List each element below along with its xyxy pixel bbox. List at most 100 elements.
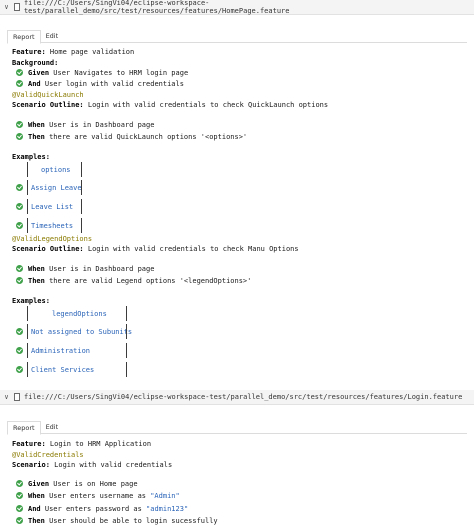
passed-check-icon: [16, 69, 23, 76]
file-header[interactable]: ∨ file:///C:/Users/SingVi04/eclipse-work…: [0, 0, 474, 15]
passed-check-icon: [16, 265, 23, 272]
file-path[interactable]: file:///C:/Users/SingVi04/eclipse-worksp…: [24, 0, 474, 15]
scenario-keyword: Scenario Outline:: [12, 244, 84, 253]
feature-line: Feature: Home page validation: [12, 46, 134, 57]
scenario-name: Login with valid credentials to check Qu…: [83, 100, 329, 109]
step-keyword: Then: [28, 516, 45, 525]
table-cell: Assign Leave: [31, 183, 82, 192]
table-cell: Leave List: [31, 202, 74, 211]
file-icon: [13, 2, 21, 12]
step-keyword: Given: [28, 479, 50, 488]
step-keyword: When: [28, 120, 45, 129]
step-text: there are valid QuickLaunch options '<op…: [44, 132, 248, 141]
step-keyword: When: [28, 491, 45, 500]
scenario-line: Scenario Outline: Login with valid crede…: [12, 99, 328, 110]
step-text: User Navigates to HRM login page: [49, 68, 189, 77]
step-row: When User is in Dashboard page: [16, 119, 154, 130]
table-header: legendOptions: [52, 309, 107, 318]
table-cell: Administration: [31, 346, 91, 355]
passed-check-icon: [16, 133, 23, 140]
step-text: User enters password as: [40, 504, 147, 513]
passed-check-icon: [16, 203, 23, 210]
table-border: [27, 162, 28, 177]
step-text: User login with valid credentials: [40, 79, 184, 88]
table-border: [27, 180, 28, 195]
scenario-name: Login with valid credentials: [49, 460, 173, 469]
step-keyword: Given: [28, 68, 50, 77]
step-text: User is in Dashboard page: [44, 120, 155, 129]
passed-check-icon: [16, 517, 23, 524]
table-border: [27, 324, 28, 339]
table-border: [81, 218, 82, 233]
step-keyword: And: [28, 79, 41, 88]
feature-file-homepage: ∨ file:///C:/Users/SingVi04/eclipse-work…: [0, 0, 474, 15]
scenario-line: Scenario Outline: Login with valid crede…: [12, 243, 299, 254]
feature-file-login: ∨ file:///C:/Users/SingVi04/eclipse-work…: [0, 390, 474, 405]
file-header[interactable]: ∨ file:///C:/Users/SingVi04/eclipse-work…: [0, 390, 474, 405]
scenario-line: Scenario: Login with valid credentials: [12, 459, 172, 470]
table-border: [81, 180, 82, 195]
table-border: [27, 199, 28, 214]
tab-report[interactable]: Report: [7, 421, 41, 435]
step-text: User is on Home page: [49, 479, 138, 488]
scenario-keyword: Scenario Outline:: [12, 100, 84, 109]
step-row: Then there are valid QuickLaunch options…: [16, 131, 247, 142]
passed-check-icon: [16, 121, 23, 128]
table-border: [27, 362, 28, 377]
step-argument: "Admin": [150, 491, 180, 500]
examples-keyword: Examples:: [12, 296, 50, 305]
background-keyword: Background:: [12, 58, 59, 67]
passed-check-icon: [16, 277, 23, 284]
tab-edit[interactable]: Edit: [41, 30, 64, 42]
passed-check-icon: [16, 366, 23, 373]
file-path[interactable]: file:///C:/Users/SingVi04/eclipse-worksp…: [24, 393, 462, 401]
feature-name: Login to HRM Application: [45, 439, 152, 448]
tag-label: @ValidCredentials: [12, 450, 84, 459]
tag-label: @ValidLegendOptions: [12, 234, 93, 243]
examples-keyword: Examples:: [12, 152, 50, 161]
tag-label: @ValidQuickLaunch: [12, 90, 84, 99]
feature-keyword: Feature:: [12, 439, 46, 448]
chevron-down-icon[interactable]: ∨: [3, 393, 10, 401]
passed-check-icon: [16, 328, 23, 335]
table-border: [126, 306, 127, 321]
scenario-name: Login with valid credentials to check Ma…: [83, 244, 299, 253]
table-border: [126, 362, 127, 377]
examples-line: Examples:: [12, 151, 50, 162]
table-border: [27, 218, 28, 233]
step-text: there are valid Legend options '<legendO…: [44, 276, 252, 285]
passed-check-icon: [16, 222, 23, 229]
passed-check-icon: [16, 480, 23, 487]
step-row: When User is in Dashboard page: [16, 263, 154, 274]
table-cell: Client Services: [31, 365, 95, 374]
step-row: Given User is on Home page: [16, 478, 138, 489]
table-border: [126, 324, 127, 339]
table-border: [126, 343, 127, 358]
tab-edit[interactable]: Edit: [41, 421, 64, 433]
tab-report[interactable]: Report: [7, 30, 41, 44]
table-cell: Timesheets: [31, 221, 74, 230]
table-border: [81, 199, 82, 214]
passed-check-icon: [16, 347, 23, 354]
feature-line: Feature: Login to HRM Application: [12, 438, 151, 449]
step-keyword: When: [28, 264, 45, 273]
feature-keyword: Feature:: [12, 47, 46, 56]
passed-check-icon: [16, 80, 23, 87]
step-row: Given User Navigates to HRM login page: [16, 67, 188, 78]
step-keyword: Then: [28, 276, 45, 285]
chevron-down-icon[interactable]: ∨: [3, 3, 10, 11]
table-cell: Not assigned to Subunits: [31, 327, 133, 336]
passed-check-icon: [16, 492, 23, 499]
feature-name: Home page validation: [45, 47, 135, 56]
table-border: [81, 162, 82, 177]
step-row: And User login with valid credentials: [16, 78, 184, 89]
table-header: options: [41, 165, 71, 174]
step-row: Then User should be able to login sucess…: [16, 515, 218, 526]
step-row: When User enters username as "Admin": [16, 490, 180, 501]
step-argument: "admin123": [146, 504, 189, 513]
step-row: And User enters password as "admin123": [16, 503, 188, 514]
step-text: User is in Dashboard page: [44, 264, 155, 273]
step-text: User enters username as: [44, 491, 151, 500]
step-keyword: And: [28, 504, 41, 513]
passed-check-icon: [16, 505, 23, 512]
